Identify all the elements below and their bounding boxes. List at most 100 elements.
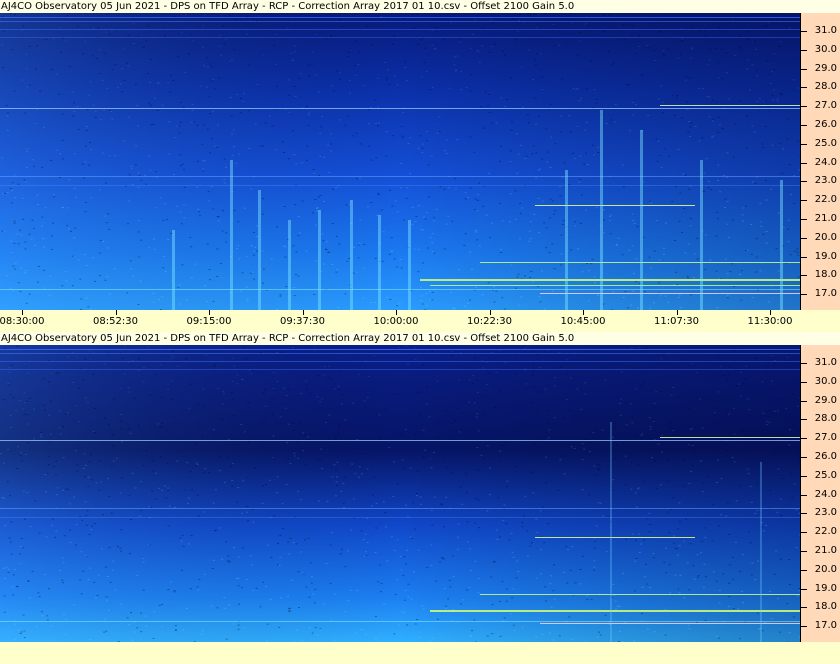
burst-plume — [700, 160, 703, 310]
freq-tick — [801, 494, 807, 496]
burst-plume — [172, 230, 175, 310]
freq-tick — [801, 68, 807, 70]
time-tick — [676, 310, 678, 315]
interference-line — [0, 176, 800, 177]
freq-tick-label: 30.0 — [814, 43, 837, 55]
freq-tick-label: 25.0 — [814, 469, 837, 481]
spectrogram-shading — [0, 345, 800, 642]
freq-tick-label: 24.0 — [814, 488, 837, 500]
emission-streak — [535, 537, 695, 538]
freq-tick-label: 19.0 — [814, 582, 837, 594]
interference-line — [0, 21, 800, 22]
freq-tick-label: 28.0 — [814, 413, 837, 425]
freq-tick-label: 26.0 — [814, 119, 837, 130]
freq-tick — [801, 294, 807, 296]
burst-plume — [780, 180, 783, 310]
freq-tick — [801, 162, 807, 164]
time-tick — [302, 310, 304, 315]
freq-tick-label: 29.0 — [814, 62, 837, 74]
emission-streak — [420, 279, 800, 281]
interference-line — [0, 361, 800, 362]
emission-streak — [535, 205, 695, 206]
emission-streak — [430, 610, 800, 612]
burst-plume — [318, 210, 321, 310]
time-tick — [209, 310, 210, 315]
burst-plume — [408, 220, 411, 310]
freq-tick-label: 29.0 — [814, 394, 837, 406]
time-tick-label: 11:07:30 — [654, 316, 699, 327]
freq-tick-label: 27.0 — [814, 432, 837, 444]
freq-tick — [801, 219, 807, 220]
freq-tick — [801, 237, 807, 239]
time-tick — [115, 310, 117, 315]
time-tick-label: 09:15:00 — [186, 316, 232, 327]
spectrogram-image — [0, 13, 800, 310]
freq-tick — [801, 400, 807, 402]
emission-streak — [540, 293, 800, 294]
interference-line — [0, 29, 800, 30]
panel-title: AJ4CO Observatory 05 Jun 2021 - DPS on T… — [0, 0, 840, 13]
freq-tick-label: 22.0 — [814, 194, 837, 206]
burst-plume — [565, 170, 568, 310]
freq-tick — [801, 125, 807, 126]
freq-tick-label: 23.0 — [814, 507, 837, 519]
freq-tick-label: 19.0 — [814, 250, 837, 262]
time-tick-label: 10:22:30 — [467, 316, 512, 327]
emission-streak — [480, 594, 800, 595]
freq-tick — [801, 49, 807, 51]
freq-tick-label: 17.0 — [814, 620, 837, 632]
freq-tick — [801, 381, 807, 383]
time-tick — [770, 310, 771, 315]
freq-tick-label: 21.0 — [814, 213, 837, 224]
interference-line — [0, 353, 800, 354]
burst-plume — [378, 215, 381, 310]
freq-tick-label: 30.0 — [814, 375, 837, 387]
freq-tick — [801, 106, 807, 108]
interference-line — [0, 37, 800, 38]
freq-tick — [801, 87, 807, 89]
interference-line — [0, 108, 800, 109]
freq-tick-label: 28.0 — [814, 81, 837, 93]
interference-line — [0, 517, 800, 518]
time-tick — [396, 310, 397, 315]
spectrogram-panel-rcp-bottom: AJ4CO Observatory 05 Jun 2021 - DPS on T… — [0, 332, 840, 664]
freq-tick-label: 20.0 — [814, 563, 837, 575]
interference-line — [0, 17, 800, 18]
freq-tick — [801, 419, 807, 421]
time-tick — [583, 310, 584, 315]
freq-tick — [801, 275, 807, 277]
freq-tick-label: 18.0 — [814, 601, 837, 613]
spectrogram-shading — [0, 13, 800, 310]
freq-tick-label: 17.0 — [814, 288, 837, 300]
freq-tick — [801, 475, 807, 477]
time-tick-label: 08:30:00 — [0, 316, 45, 327]
burst-plume — [350, 200, 353, 310]
freq-tick-label: 31.0 — [814, 357, 837, 368]
time-tick-label: 11:30:00 — [747, 316, 793, 327]
time-tick-label: 10:45:00 — [560, 316, 606, 327]
burst-plume — [610, 422, 612, 642]
burst-plume — [288, 220, 291, 310]
freq-tick-label: 31.0 — [814, 25, 837, 36]
interference-line — [0, 349, 800, 350]
freq-tick-label: 22.0 — [814, 526, 837, 538]
freq-tick — [801, 363, 807, 364]
freq-tick — [801, 532, 807, 534]
frequency-axis: 31.0 30.0 29.0 28.0 27.0 26.0 25.0 24.0 23.0 22.0… — [800, 345, 840, 642]
freq-tick — [801, 588, 807, 590]
freq-tick-label: 25.0 — [814, 137, 837, 149]
burst-plume — [258, 190, 261, 310]
burst-plume — [230, 160, 233, 310]
interference-line — [0, 369, 800, 370]
freq-tick-label: 20.0 — [814, 231, 837, 243]
time-tick — [489, 310, 491, 315]
interference-line — [0, 508, 800, 509]
freq-tick — [801, 31, 807, 32]
emission-streak — [430, 285, 800, 286]
freq-tick — [801, 181, 807, 183]
frequency-axis: 31.0 30.0 29.0 28.0 27.0 26.0 25.0 24.0 23.0 22.0… — [800, 13, 840, 310]
spectrogram-panel-rcp-top: AJ4CO Observatory 05 Jun 2021 - DPS on T… — [0, 0, 840, 332]
time-tick-label: 09:37:30 — [280, 316, 325, 327]
time-axis: 08:30:00 08:52:30 09:15:00 09:37:30 10:00:00… — [0, 310, 840, 332]
freq-tick — [801, 607, 807, 609]
